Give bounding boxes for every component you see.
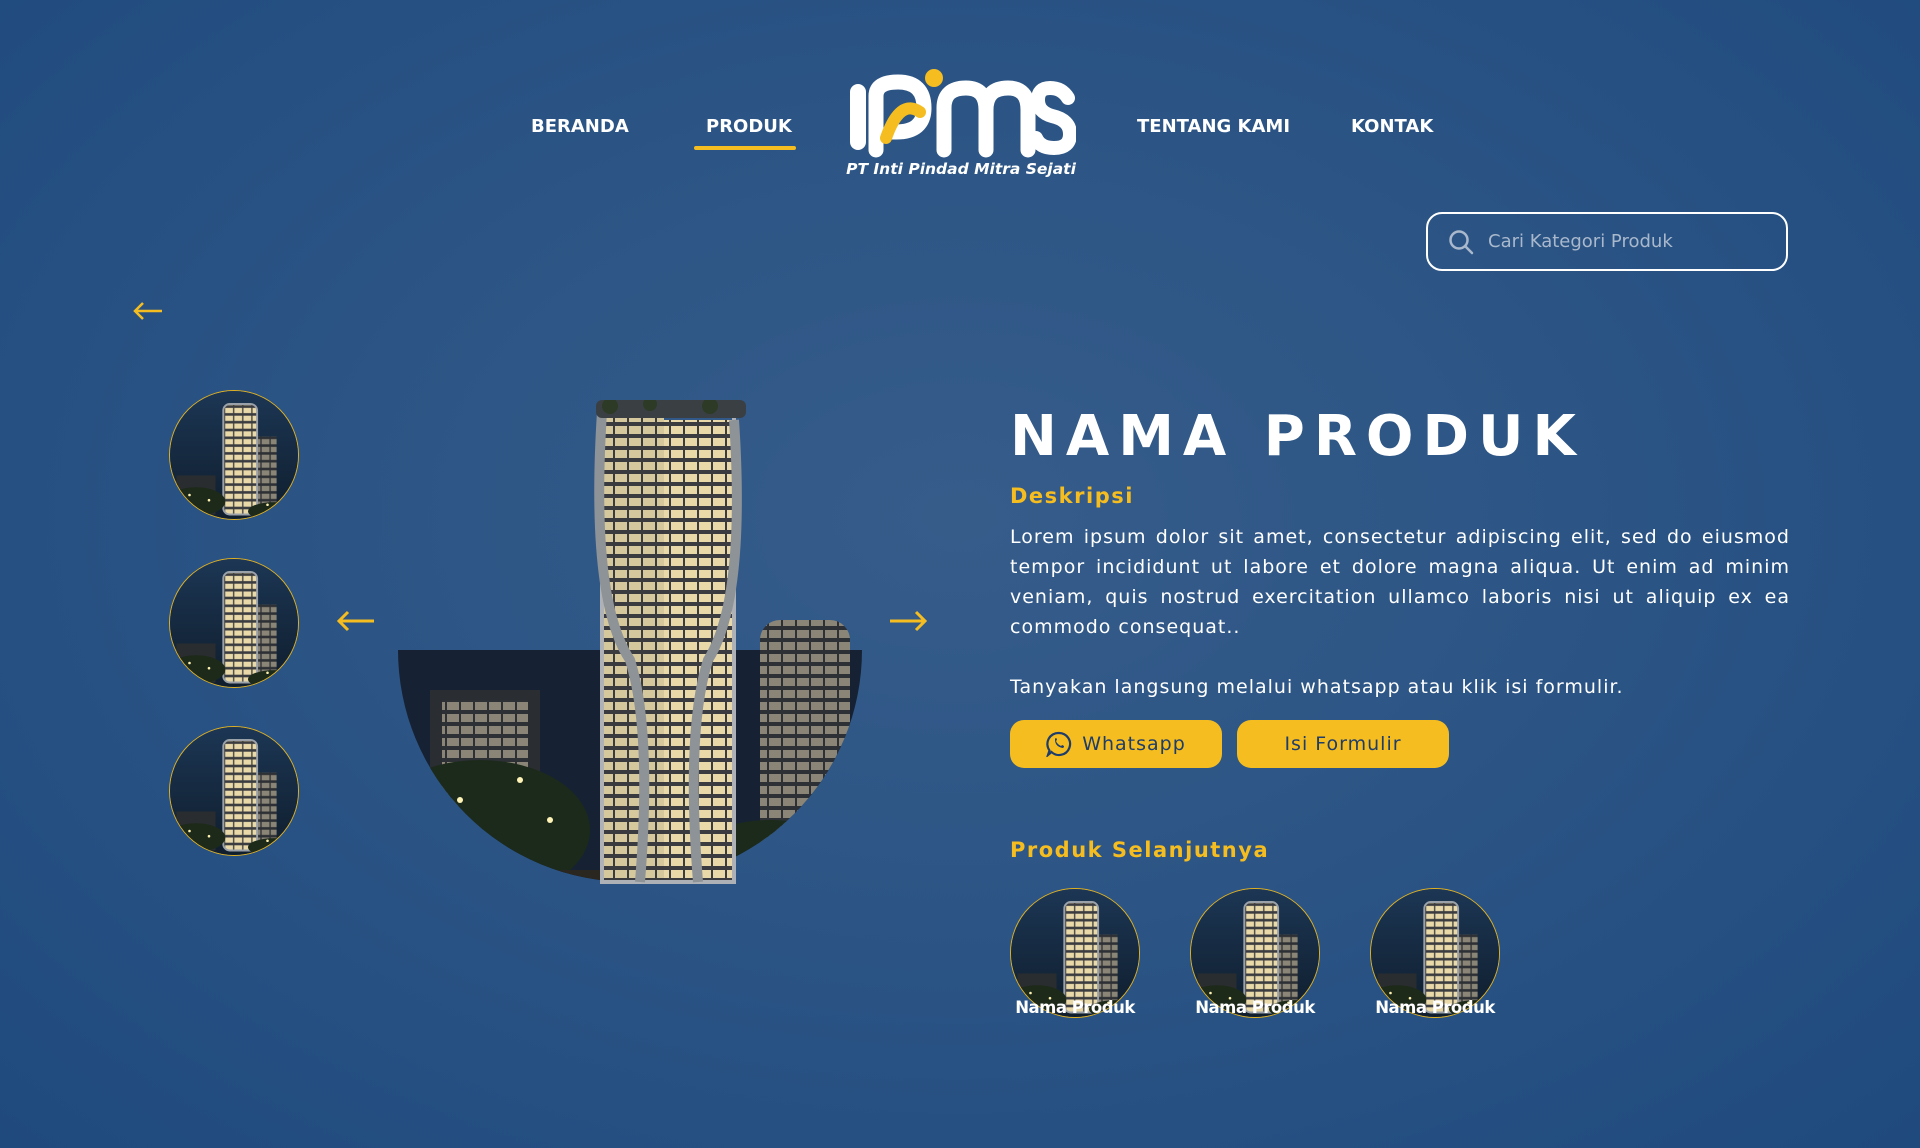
nav-link-beranda[interactable]: BERANDA	[531, 116, 629, 137]
search-input[interactable]	[1488, 231, 1768, 252]
ipms-logo-icon	[850, 69, 1078, 158]
product-main-image	[398, 400, 862, 884]
search-box[interactable]	[1426, 212, 1788, 271]
contact-prompt: Tanyakan langsung melalui whatsapp atau …	[1010, 676, 1624, 698]
building-image	[170, 559, 298, 687]
top-navigation: BERANDA PRODUK PT Inti Pindad Mitra Seja…	[0, 0, 1920, 200]
next-product-name: Nama Produk	[1375, 998, 1495, 1017]
whatsapp-icon	[1046, 731, 1072, 757]
logo-tagline: PT Inti Pindad Mitra Sejati	[846, 160, 1076, 178]
company-logo[interactable]: PT Inti Pindad Mitra Sejati	[846, 68, 1078, 186]
search-icon	[1449, 229, 1474, 254]
next-product-card[interactable]: Nama Produk	[1010, 888, 1150, 1028]
product-description: Lorem ipsum dolor sit amet, consectetur …	[1010, 526, 1790, 638]
next-image-arrow-icon[interactable]	[888, 609, 928, 633]
nav-link-produk[interactable]: PRODUK	[706, 116, 792, 137]
nav-link-kontak[interactable]: KONTAK	[1351, 116, 1433, 137]
building-image	[170, 727, 298, 855]
prev-image-arrow-icon[interactable]	[336, 609, 376, 633]
gallery-thumbnail-3[interactable]	[169, 726, 299, 856]
next-products-heading: Produk Selanjutnya	[1010, 838, 1270, 862]
next-product-name: Nama Produk	[1195, 998, 1315, 1017]
nav-link-tentang-kami[interactable]: TENTANG KAMI	[1137, 116, 1290, 137]
building-image	[170, 391, 298, 519]
isi-formulir-button-label: Isi Formulir	[1284, 733, 1402, 755]
product-title: NAMA PRODUK	[1010, 404, 1585, 469]
gallery-thumbnail-1[interactable]	[169, 390, 299, 520]
next-product-card[interactable]: Nama Produk	[1370, 888, 1510, 1028]
back-arrow-icon[interactable]	[132, 300, 164, 322]
description-label: Deskripsi	[1010, 484, 1134, 508]
next-product-card[interactable]: Nama Produk	[1190, 888, 1330, 1028]
next-product-name: Nama Produk	[1015, 998, 1135, 1017]
nav-active-indicator	[694, 146, 796, 150]
gallery-thumbnail-2[interactable]	[169, 558, 299, 688]
whatsapp-button-label: Whatsapp	[1082, 733, 1186, 755]
isi-formulir-button[interactable]: Isi Formulir	[1237, 720, 1449, 768]
whatsapp-button[interactable]: Whatsapp	[1010, 720, 1222, 768]
